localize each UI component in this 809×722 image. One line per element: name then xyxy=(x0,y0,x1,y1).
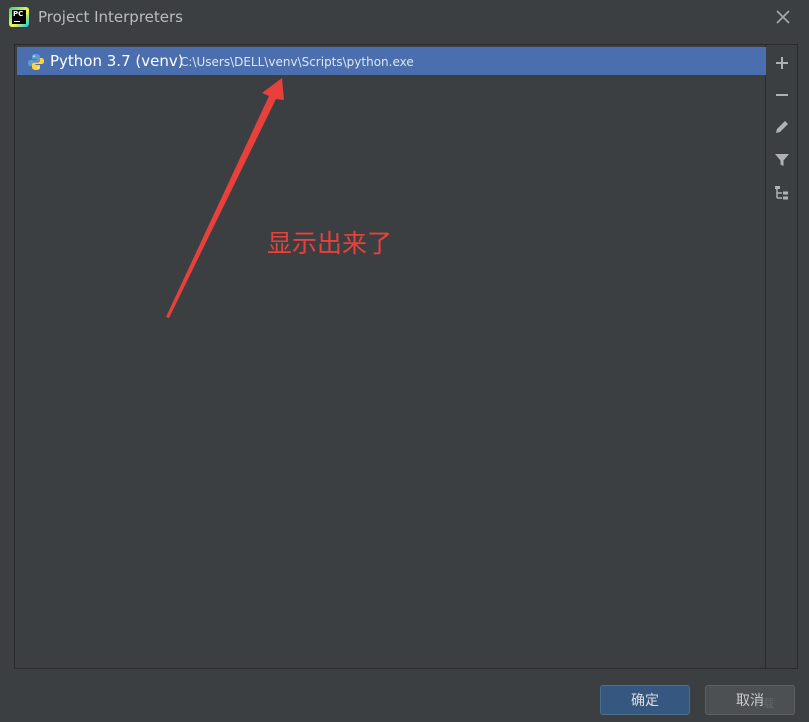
annotation-caption: 显示出来了 xyxy=(267,229,393,258)
edit-interpreter-button[interactable] xyxy=(772,117,792,137)
filter-button[interactable] xyxy=(772,150,792,170)
python-icon xyxy=(28,54,44,70)
close-button[interactable] xyxy=(770,4,796,30)
plus-icon xyxy=(776,57,788,69)
ok-button[interactable]: 确定 xyxy=(600,685,690,715)
window-title: Project Interpreters xyxy=(38,8,183,26)
filter-icon xyxy=(775,154,789,166)
pycharm-logo-text: PC xyxy=(13,10,24,18)
interpreter-row[interactable]: Python 3.7 (venv) C:\Users\DELL\venv\Scr… xyxy=(17,47,766,75)
cancel-button[interactable]: 取消 xyxy=(705,685,795,715)
close-icon xyxy=(776,10,790,24)
interpreter-name: Python 3.7 (venv) xyxy=(50,52,184,70)
watermark: 下载 xyxy=(752,697,774,710)
interpreter-list[interactable]: Python 3.7 (venv) C:\Users\DELL\venv\Scr… xyxy=(14,44,766,669)
pycharm-logo-icon: PC xyxy=(9,7,29,27)
minus-icon xyxy=(776,94,788,96)
pencil-icon xyxy=(776,121,788,133)
interpreter-toolbar xyxy=(766,44,798,669)
add-interpreter-button[interactable] xyxy=(772,53,792,73)
interpreter-path: C:\Users\DELL\venv\Scripts\python.exe xyxy=(180,55,414,69)
tree-paths-icon xyxy=(775,186,788,200)
show-paths-button[interactable] xyxy=(772,183,792,203)
title-bar: PC Project Interpreters xyxy=(0,0,809,36)
remove-interpreter-button[interactable] xyxy=(772,85,792,105)
